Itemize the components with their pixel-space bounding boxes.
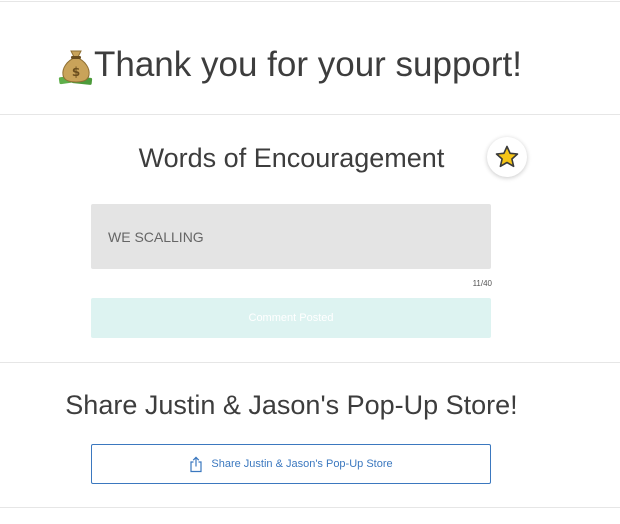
character-counter: 11/40	[472, 279, 492, 288]
comment-text: WE SCALLING	[108, 228, 204, 245]
top-divider	[0, 1, 620, 2]
page-title: Thank you for your support!	[94, 45, 522, 84]
section-divider	[0, 114, 620, 115]
star-button[interactable]	[487, 137, 527, 177]
comment-posted-button[interactable]: Comment Posted	[91, 298, 491, 338]
comment-posted-label: Comment Posted	[248, 312, 334, 324]
thank-you-heading: $ Thank you for your support!	[58, 42, 522, 88]
share-icon	[189, 456, 203, 473]
encouragement-comment-field[interactable]: WE SCALLING	[91, 204, 491, 269]
share-store-button[interactable]: Share Justin & Jason's Pop-Up Store	[91, 444, 491, 484]
share-title: Share Justin & Jason's Pop-Up Store!	[65, 390, 518, 420]
bottom-divider	[0, 507, 620, 508]
svg-text:$: $	[72, 65, 80, 79]
share-store-button-label: Share Justin & Jason's Pop-Up Store	[211, 458, 393, 470]
section-divider	[0, 362, 620, 363]
money-bag-icon: $	[58, 45, 94, 85]
star-icon	[494, 144, 520, 170]
